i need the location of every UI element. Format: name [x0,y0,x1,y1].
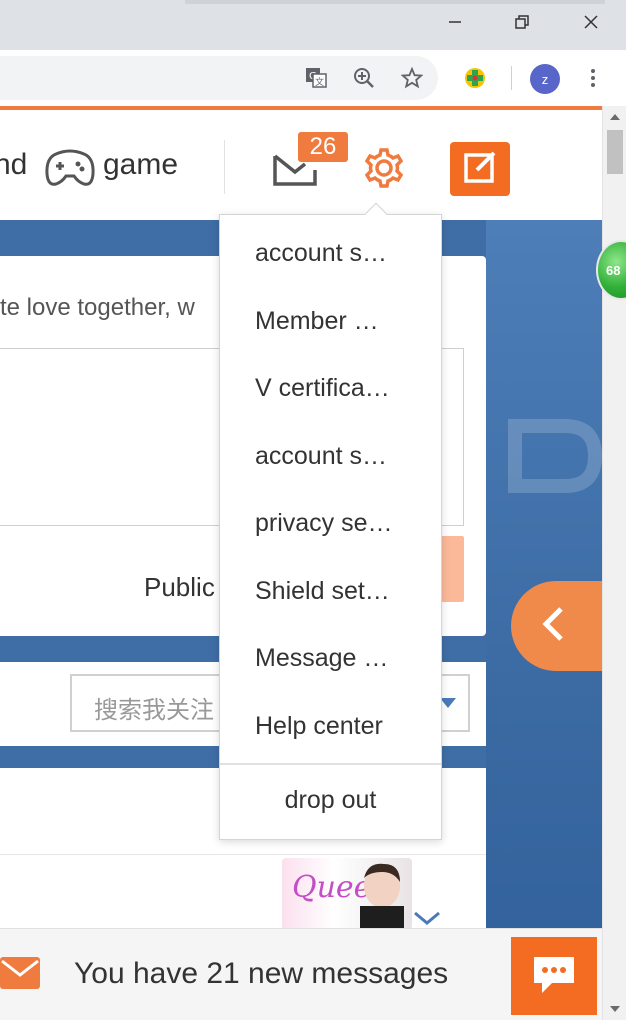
composer-prompt: te love together, w [0,294,195,321]
menu-divider [220,763,441,765]
new-messages-text[interactable]: You have 21 new messages [74,957,448,991]
dropdown-caret-icon[interactable] [440,698,456,708]
bookmark-star-icon[interactable] [400,66,424,90]
svg-text:文: 文 [315,76,324,88]
widget-value: 68 [606,262,621,278]
menu-item-shield-settings[interactable]: Shield set… [255,577,415,606]
toolbar-divider [511,66,512,90]
translate-icon[interactable]: G文 [304,66,328,90]
mail-icon [0,957,40,989]
chat-button[interactable] [511,937,597,1015]
restore-icon[interactable] [505,8,539,36]
minimize-icon[interactable] [438,8,472,36]
search-placeholder: 搜索我关注 [94,697,214,724]
edit-icon [463,150,497,189]
nav-item-game[interactable]: game [103,148,178,182]
nav-item-partial[interactable]: nd [0,148,27,182]
zoom-icon[interactable] [352,66,376,90]
extension-icon[interactable] [463,66,487,90]
close-icon[interactable] [574,8,608,36]
menu-item-v-certification[interactable]: V certifica… [255,374,415,403]
menu-item-help-center[interactable]: Help center [255,712,415,741]
nav-divider [224,140,225,194]
menu-item-account-settings[interactable]: account s… [255,239,415,268]
scroll-up-arrow-icon[interactable] [610,114,620,120]
messages-badge[interactable]: 26 [298,132,348,162]
background-decoration [505,406,602,545]
side-collapse-tab[interactable] [511,581,602,671]
queen-sticker-image: Queen [282,858,412,930]
feed-divider [0,854,486,855]
browser-tab-strip [185,0,605,4]
menu-item-account-security[interactable]: account s… [255,442,415,471]
new-messages-bar[interactable]: You have 21 new messages [0,928,602,1020]
browser-menu-icon[interactable] [581,66,605,90]
menu-item-message-settings[interactable]: Message … [255,644,415,673]
chevron-left-icon [541,606,565,647]
menu-item-member[interactable]: Member … [255,307,415,336]
visibility-selector[interactable]: Public [144,572,215,603]
profile-avatar[interactable]: z [530,64,560,94]
compose-button[interactable] [450,142,510,196]
scroll-down-arrow-icon[interactable] [610,1006,620,1012]
portrait-image [354,862,410,933]
menu-item-logout[interactable]: drop out [220,786,441,815]
menu-item-privacy-settings[interactable]: privacy se… [255,509,415,538]
browser-titlebar [0,0,626,50]
profile-initial: z [541,71,549,87]
scroll-thumb[interactable] [607,130,623,174]
browser-toolbar: G文 z [0,50,626,106]
settings-dropdown-menu: account s… Member … V certifica… account… [219,202,442,840]
settings-gear-icon[interactable] [362,146,406,190]
site-top-nav: nd game 26 [0,110,602,220]
game-icon[interactable] [44,146,96,195]
chat-bubble-icon [530,953,578,1000]
